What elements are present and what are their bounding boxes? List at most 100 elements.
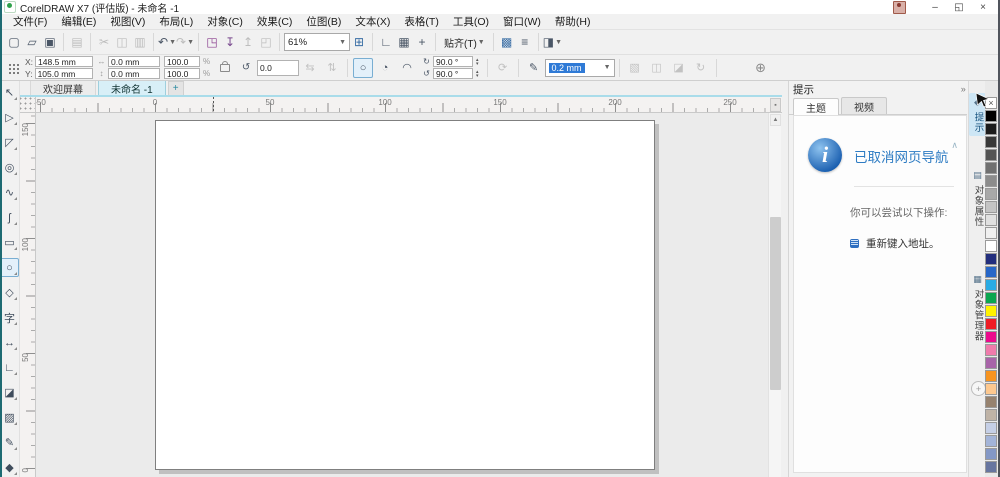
color-swatch-18[interactable] bbox=[985, 331, 997, 343]
export-icon[interactable]: ↥ bbox=[239, 33, 257, 51]
cut-icon[interactable]: ✂ bbox=[95, 33, 113, 51]
menu-item-3[interactable]: 视图(V) bbox=[103, 14, 152, 30]
drawing-canvas[interactable] bbox=[36, 113, 768, 477]
color-swatch-25[interactable] bbox=[985, 422, 997, 434]
vertical-scrollbar[interactable]: ▲ bbox=[768, 113, 781, 477]
paste-icon[interactable]: ▥ bbox=[131, 33, 149, 51]
undo-icon[interactable]: ↶ ▼ bbox=[158, 33, 176, 51]
menu-item-6[interactable]: 效果(C) bbox=[250, 14, 300, 30]
hints-tab-2[interactable]: 视频 bbox=[841, 97, 887, 114]
color-swatch-17[interactable] bbox=[985, 318, 997, 330]
show-guidelines-icon[interactable]: + bbox=[413, 33, 431, 51]
color-eyedropper-tool[interactable]: ✎ bbox=[0, 433, 19, 452]
menu-item-4[interactable]: 布局(L) bbox=[152, 14, 200, 30]
pick-tool[interactable]: ↖ bbox=[0, 83, 19, 102]
scale-v-field[interactable]: 100.0 bbox=[164, 68, 201, 79]
color-swatch-11[interactable] bbox=[985, 240, 997, 252]
welcome-screen-icon[interactable]: ◨ ▼ bbox=[543, 33, 562, 51]
options-icon[interactable]: ▩ bbox=[498, 33, 516, 51]
import-icon[interactable]: ↧ bbox=[221, 33, 239, 51]
color-swatch-15[interactable] bbox=[985, 292, 997, 304]
print-icon[interactable]: ▤ bbox=[68, 33, 86, 51]
color-swatch-3[interactable] bbox=[985, 136, 997, 148]
mirror-vertical-button[interactable]: ⇅ bbox=[322, 58, 342, 78]
zoom-tool[interactable]: ◎ bbox=[0, 158, 19, 177]
new-tab-button[interactable]: + bbox=[167, 81, 184, 95]
docker-tab-object-manager[interactable]: ▦ 对象管理器 bbox=[969, 273, 986, 342]
connector-tool[interactable]: ∟ bbox=[0, 358, 19, 377]
hints-tab-1[interactable]: 主题 bbox=[793, 98, 839, 115]
object-origin-grid[interactable] bbox=[7, 61, 19, 74]
menu-item-2[interactable]: 编辑(E) bbox=[54, 14, 103, 30]
crop-tool[interactable]: ◸ bbox=[0, 133, 19, 152]
scrollbar-thumb[interactable] bbox=[770, 217, 781, 390]
ruler-options-icon[interactable]: ▪ bbox=[770, 98, 781, 112]
document-tab-2[interactable]: 未命名 -1 bbox=[98, 80, 166, 96]
color-swatch-12[interactable] bbox=[985, 253, 997, 265]
application-launcher-icon[interactable]: ≡ bbox=[516, 33, 534, 51]
quick-customize-button[interactable]: ⊕ bbox=[751, 58, 771, 78]
shape-tool[interactable]: ▷ bbox=[0, 108, 19, 127]
menu-item-11[interactable]: 窗口(W) bbox=[496, 14, 548, 30]
docker-tab-hints[interactable]: ◆ 提示 bbox=[969, 93, 986, 136]
menu-item-12[interactable]: 帮助(H) bbox=[548, 14, 598, 30]
color-swatch-27[interactable] bbox=[985, 448, 997, 460]
menu-item-10[interactable]: 工具(O) bbox=[446, 14, 496, 30]
polygon-tool[interactable]: ◇ bbox=[0, 283, 19, 302]
dimension-tool[interactable]: ↔ bbox=[0, 333, 19, 352]
publish-pdf-icon[interactable]: ◰ bbox=[257, 33, 275, 51]
redo-icon[interactable]: ↷ ▼ bbox=[176, 33, 194, 51]
color-swatch-16[interactable] bbox=[985, 305, 997, 317]
freehand-tool[interactable]: ∿ bbox=[0, 183, 19, 202]
text-tool[interactable]: 字 bbox=[0, 308, 19, 327]
fullscreen-preview-icon[interactable]: ⊞ bbox=[350, 33, 368, 51]
document-page[interactable] bbox=[155, 120, 655, 470]
change-direction-button[interactable]: ⟳ bbox=[493, 58, 513, 78]
new-document-icon[interactable]: ▢ bbox=[5, 33, 23, 51]
color-swatch-10[interactable] bbox=[985, 227, 997, 239]
rotation-angle-field[interactable]: 0.0 bbox=[257, 59, 300, 76]
document-tab-1[interactable]: 欢迎屏幕 bbox=[30, 80, 96, 96]
account-icon[interactable] bbox=[893, 0, 906, 14]
x-position-field[interactable]: 148.5 mm bbox=[35, 56, 94, 67]
add-docker-button[interactable]: + bbox=[971, 381, 986, 396]
object-width-field[interactable]: 0.0 mm bbox=[108, 56, 161, 67]
color-swatch-1[interactable] bbox=[985, 110, 997, 122]
color-swatch-14[interactable] bbox=[985, 279, 997, 291]
start-angle-field[interactable]: 90.0 ° bbox=[433, 56, 474, 67]
object-height-field[interactable]: 0.0 mm bbox=[108, 68, 161, 79]
ruler-origin-box[interactable] bbox=[20, 97, 36, 113]
color-swatch-7[interactable] bbox=[985, 188, 997, 200]
hint-action-link[interactable]: 重新键入地址。 bbox=[866, 236, 940, 251]
scale-h-field[interactable]: 100.0 bbox=[164, 56, 201, 67]
snap-to-button[interactable]: 贴齐(T) ▼ bbox=[440, 35, 489, 50]
color-swatch-24[interactable] bbox=[985, 409, 997, 421]
color-swatch-9[interactable] bbox=[985, 214, 997, 226]
rectangle-tool[interactable]: ▭ bbox=[0, 233, 19, 252]
y-position-field[interactable]: 105.0 mm bbox=[34, 68, 93, 79]
color-swatch-6[interactable] bbox=[985, 175, 997, 187]
minimize-button[interactable]: – bbox=[924, 1, 946, 13]
scroll-up-arrow[interactable]: ▲ bbox=[770, 114, 781, 126]
docker-collapse-icon[interactable]: » bbox=[961, 84, 966, 94]
color-swatch-2[interactable] bbox=[985, 123, 997, 135]
copy-icon[interactable]: ◫ bbox=[113, 33, 131, 51]
color-swatch-28[interactable] bbox=[985, 461, 997, 473]
ellipse-tool[interactable]: ○ bbox=[0, 258, 19, 277]
ellipse-mode-button[interactable]: ○ bbox=[353, 57, 374, 78]
close-button[interactable]: × bbox=[972, 1, 994, 13]
menu-item-7[interactable]: 位图(B) bbox=[299, 14, 348, 30]
color-swatch-5[interactable] bbox=[985, 162, 997, 174]
show-rulers-icon[interactable]: ∟ bbox=[377, 33, 395, 51]
end-angle-field[interactable]: 90.0 ° bbox=[433, 68, 474, 79]
convert-to-curves-button[interactable]: ↻ bbox=[691, 58, 711, 78]
start-angle-spinner[interactable]: ▴ ▾ bbox=[476, 57, 479, 66]
restore-button[interactable]: ◱ bbox=[948, 1, 970, 13]
artistic-media-tool[interactable]: ʃ bbox=[0, 208, 19, 227]
no-color-swatch[interactable]: × bbox=[985, 97, 997, 109]
mirror-horizontal-button[interactable]: ⇆ bbox=[300, 58, 320, 78]
docker-tab-object-properties[interactable]: ▤ 对象属性 bbox=[969, 169, 986, 227]
menu-item-9[interactable]: 表格(T) bbox=[397, 14, 445, 30]
lock-ratio-icon[interactable] bbox=[220, 60, 231, 72]
to-front-button[interactable]: ◫ bbox=[647, 58, 667, 78]
